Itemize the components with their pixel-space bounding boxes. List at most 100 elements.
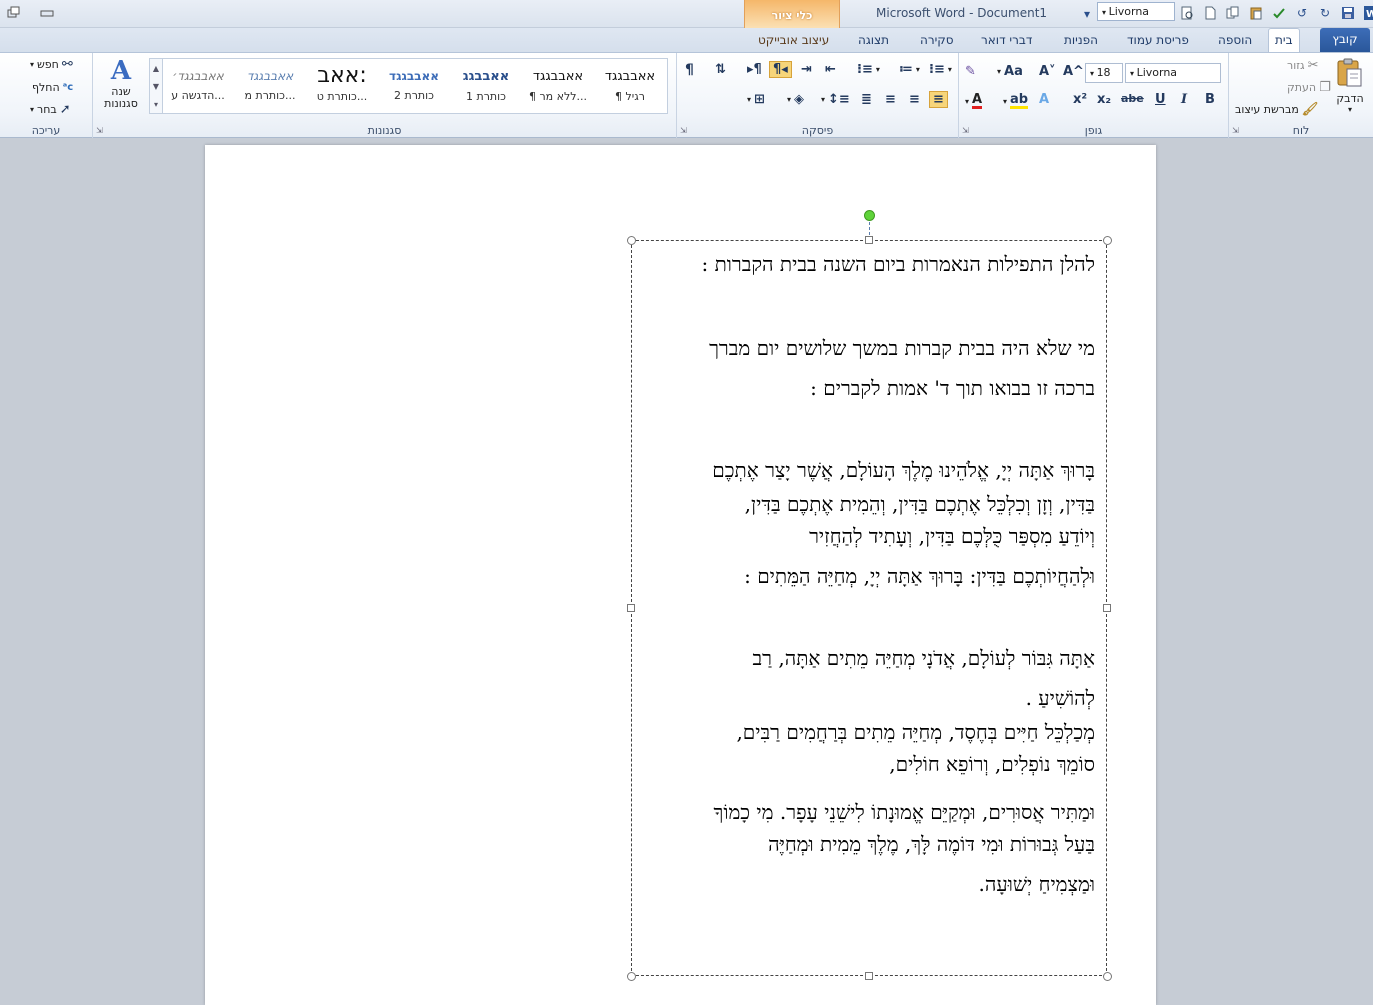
copy-button[interactable]: העתק ❐ — [1287, 81, 1331, 94]
spelling-icon[interactable] — [1269, 3, 1289, 23]
format-painter-button[interactable]: מברשת עיצוב 🖌 — [1235, 103, 1318, 116]
shrink-font-icon: A˅ — [1039, 64, 1056, 79]
change-case-button[interactable]: ▾ Aa — [997, 65, 1023, 78]
font-name-value: Livorna — [1136, 66, 1178, 79]
font-color-button[interactable]: ▾ A — [965, 93, 983, 109]
tab-file[interactable]: קובץ — [1320, 28, 1370, 52]
grow-font-button[interactable]: A^ — [1063, 65, 1084, 78]
resize-handle-left[interactable] — [627, 604, 635, 612]
replace-icon: ᵃc — [62, 81, 74, 93]
increase-indent-icon: ⇥ — [801, 62, 812, 77]
ltr-direction-button[interactable]: ¶◂ — [769, 61, 792, 78]
underline-button[interactable]: U — [1155, 93, 1166, 106]
decrease-indent-button[interactable]: ⇤ — [825, 63, 836, 76]
superscript-button[interactable]: x² — [1073, 93, 1087, 106]
scroll-down-icon[interactable]: ▼ — [153, 82, 159, 91]
resize-handle-bottom[interactable] — [865, 972, 873, 980]
resize-handle-top[interactable] — [865, 236, 873, 244]
resize-handle-bottom-right[interactable] — [1103, 972, 1112, 981]
minimize-ribbon-icon[interactable] — [37, 3, 57, 23]
text-effects-button[interactable]: A — [1039, 93, 1049, 106]
clipboard-dialog-launcher-icon[interactable]: ⇲ — [1232, 126, 1239, 135]
restore-window-icon[interactable] — [4, 3, 24, 23]
tab-format-object[interactable]: עיצוב אובייקט — [752, 31, 835, 52]
style-heading-1[interactable]: אאבבגג כותרת 1 — [451, 61, 521, 113]
shrink-font-button[interactable]: A˅ — [1039, 65, 1056, 78]
style-title[interactable]: אאב: כותרת ט... — [307, 61, 377, 113]
numbering-button[interactable]: ≔ ▾ — [899, 63, 920, 76]
paste-button[interactable]: הדבק ▾ — [1330, 57, 1370, 114]
word-logo-icon[interactable]: W — [1361, 3, 1373, 23]
clear-formatting-button[interactable]: ✎ — [965, 65, 976, 78]
bold-button[interactable]: B — [1205, 93, 1215, 106]
shading-button[interactable]: ▾ ◈ — [787, 93, 804, 106]
ltr-direction-icon: ¶◂ — [773, 62, 788, 77]
tab-review[interactable]: סקירה — [914, 31, 960, 52]
paste-options-icon[interactable] — [1246, 3, 1266, 23]
blessing-line: בַּדִּין, וְזָן וְכִלְכֵּל אֶתְכֶם בַּדִ… — [744, 492, 1095, 516]
save-icon[interactable] — [1338, 3, 1358, 23]
highlight-button[interactable]: ▾ ab — [1003, 93, 1029, 109]
style-sample: אאבבגגד — [246, 69, 294, 83]
bullets-button[interactable]: ⁝≡ ▾ — [929, 63, 952, 76]
resize-handle-top-right[interactable] — [1103, 236, 1112, 245]
resize-handle-right[interactable] — [1103, 604, 1111, 612]
tab-view[interactable]: תצוגה — [852, 31, 895, 52]
rotation-handle[interactable] — [864, 210, 875, 221]
font-dialog-launcher-icon[interactable]: ⇲ — [962, 126, 969, 135]
new-document-icon[interactable] — [1200, 3, 1220, 23]
change-styles-icon: A — [110, 56, 132, 86]
increase-indent-button[interactable]: ⇥ — [801, 63, 812, 76]
dropdown-arrow-icon[interactable]: ▾ — [1077, 4, 1097, 24]
prayer-line: וּמַצְמִיחַ יְשׁוּעָה. — [978, 872, 1095, 896]
styles-dialog-launcher-icon[interactable]: ⇲ — [96, 126, 103, 135]
tab-home[interactable]: בית — [1268, 28, 1300, 53]
undo-icon[interactable]: ↺ — [1292, 3, 1312, 23]
copy-document-icon[interactable] — [1223, 3, 1243, 23]
font-size-box[interactable]: ▾ 18 — [1085, 63, 1123, 83]
resize-handle-bottom-left[interactable] — [627, 972, 636, 981]
rtl-direction-button[interactable]: ▸¶ — [747, 63, 762, 76]
scroll-up-icon[interactable]: ▲ — [153, 64, 159, 73]
subscript-button[interactable]: x₂ — [1097, 93, 1111, 106]
style-subtitle[interactable]: אאבבגגד כותרת מ... — [235, 61, 305, 113]
center-icon: ≡ — [909, 92, 920, 107]
resize-handle-top-left[interactable] — [627, 236, 636, 245]
change-styles-button[interactable]: A שנה סגנונות — [99, 56, 143, 110]
italic-button[interactable]: I — [1181, 93, 1187, 106]
bullets-icon: ⁝≡ — [929, 62, 945, 77]
align-left-button[interactable]: ≡ — [885, 93, 896, 106]
cut-button[interactable]: גזור ✂ — [1287, 59, 1318, 72]
tab-page-layout[interactable]: פריסת עמוד — [1121, 31, 1195, 52]
sort-button[interactable]: ⇅ — [715, 63, 726, 76]
style-subtle-emphasis[interactable]: אאבבגגד׳ הדגשה ע... — [163, 61, 233, 113]
font-name-box[interactable]: ▾ Livorna — [1125, 63, 1221, 83]
tab-references[interactable]: הפניות — [1058, 31, 1104, 52]
window-menu-left[interactable] — [4, 3, 57, 23]
tab-insert[interactable]: הוספה — [1212, 31, 1258, 52]
more-styles-icon[interactable]: ▾ — [154, 100, 158, 109]
style-normal[interactable]: אאבבגגד ¶ רגיל — [595, 61, 665, 113]
justify-button[interactable]: ≣ — [861, 93, 872, 106]
multilevel-list-button[interactable]: ⁝≡ ▾ — [857, 63, 880, 76]
style-heading-2[interactable]: אאבבגגד כותרת 2 — [379, 61, 449, 113]
align-right-button[interactable]: ≡ — [929, 91, 948, 108]
replace-button[interactable]: החלף ᵃc — [32, 81, 73, 94]
print-preview-icon[interactable] — [1177, 3, 1197, 23]
styles-gallery-scroll[interactable]: ▲ ▼ ▾ — [149, 58, 163, 114]
borders-button[interactable]: ▾ ⊞ — [747, 93, 765, 106]
center-button[interactable]: ≡ — [909, 93, 920, 106]
clear-formatting-icon: ✎ — [965, 64, 976, 79]
line-spacing-icon: ↕≡ — [828, 92, 850, 107]
show-marks-button[interactable]: ¶ — [685, 63, 694, 77]
redo-icon[interactable]: ↻ — [1315, 3, 1335, 23]
strikethrough-button[interactable]: abe — [1121, 93, 1144, 104]
style-name: כותרת ט... — [316, 90, 368, 103]
tab-mailings[interactable]: דברי דואר — [975, 31, 1038, 52]
paragraph-dialog-launcher-icon[interactable]: ⇲ — [680, 126, 687, 135]
qat-font-box[interactable]: ▾ Livorna — [1097, 2, 1175, 21]
select-button[interactable]: ▾ בחר ➚ — [30, 103, 71, 116]
style-no-spacing[interactable]: אאבבגגד ¶ ללא מר... — [523, 61, 593, 113]
line-spacing-button[interactable]: ▾ ↕≡ — [821, 93, 850, 106]
find-button[interactable]: ▾ חפש ⚯ — [30, 58, 73, 71]
